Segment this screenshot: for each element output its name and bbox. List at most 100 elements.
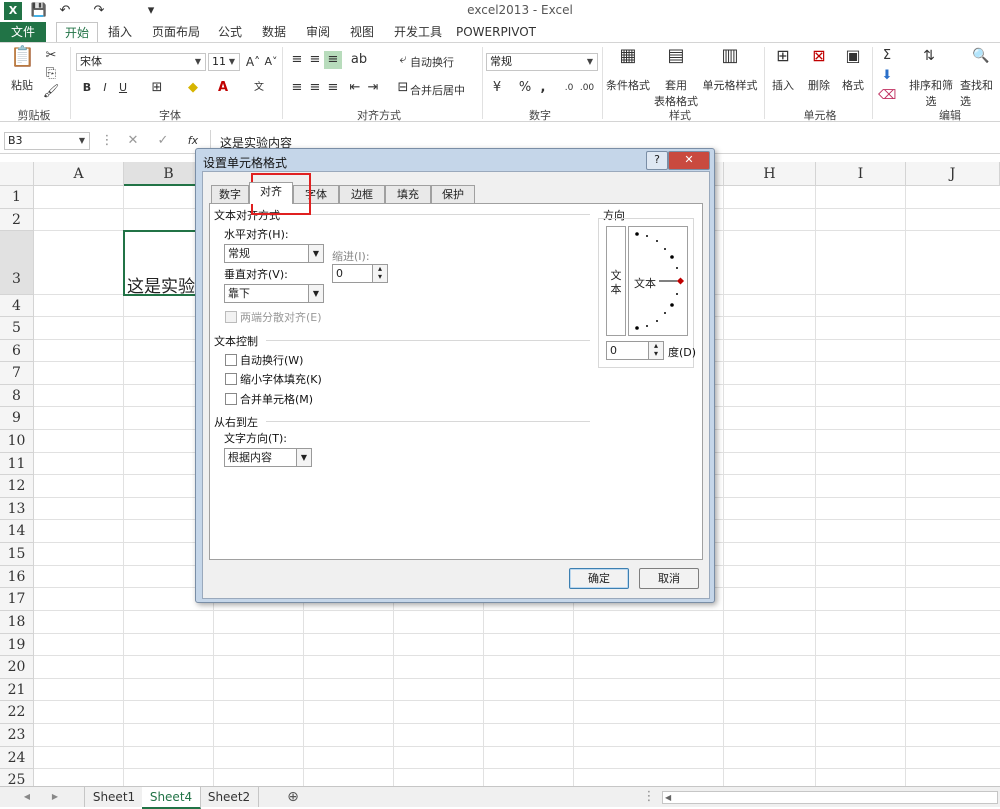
distributed-checkbox[interactable] — [225, 311, 237, 323]
wrap-text-checkbox[interactable] — [225, 354, 237, 366]
clear-icon[interactable]: ⌫ — [878, 87, 896, 105]
redo-icon[interactable]: ↷ — [90, 2, 108, 20]
row-header[interactable]: 24 — [0, 747, 34, 769]
merge-cells-checkbox[interactable] — [225, 393, 237, 405]
text-direction-select[interactable]: 根据内容 ▼ — [224, 448, 312, 467]
sheet-next-icon[interactable]: ▶ — [46, 788, 64, 806]
find-select-icon[interactable]: 🔍 — [970, 47, 992, 73]
grow-font-icon[interactable]: A˄ — [244, 53, 262, 71]
format-cells-icon[interactable]: ▣ — [842, 47, 864, 73]
tab-view[interactable]: 视图 — [344, 22, 380, 42]
increase-decimal-icon[interactable]: .0 — [560, 79, 578, 97]
paste-icon[interactable]: 📋 — [10, 46, 35, 75]
align-bottom-icon[interactable]: ≡ — [324, 51, 342, 69]
conditional-format-icon[interactable]: ▦ — [616, 47, 640, 73]
close-button[interactable]: ✕ — [668, 151, 710, 170]
row-header[interactable]: 15 — [0, 543, 34, 566]
row-header[interactable]: 12 — [0, 475, 34, 498]
horizontal-select[interactable]: 常规 ▼ — [224, 244, 324, 263]
currency-icon[interactable]: ¥ — [488, 79, 506, 97]
help-button[interactable]: ? — [646, 151, 668, 170]
merge-center-button[interactable]: 合并后居中 — [410, 82, 466, 98]
tab-alignment[interactable]: 对齐 — [249, 182, 293, 204]
wrap-text-button[interactable]: 自动换行 — [410, 54, 460, 70]
shrink-to-fit-checkbox[interactable] — [225, 373, 237, 385]
align-left-icon[interactable]: ≡ — [288, 79, 306, 97]
orientation-icon[interactable]: ab — [350, 51, 368, 69]
fill-color-icon[interactable]: ◆ — [184, 79, 202, 97]
tab-powerpivot[interactable]: POWERPIVOT — [456, 22, 536, 42]
tab-protection[interactable]: 保护 — [431, 185, 475, 203]
add-sheet-icon[interactable]: ⊕ — [284, 788, 302, 806]
row-header[interactable]: 18 — [0, 611, 34, 634]
spinner-arrows-icon[interactable]: ▴ ▾ — [648, 342, 663, 359]
comma-button[interactable]: , — [534, 79, 552, 97]
tab-number[interactable]: 数字 — [211, 185, 249, 203]
row-header[interactable]: 5 — [0, 317, 34, 340]
bold-button[interactable]: B — [78, 79, 96, 97]
tab-home[interactable]: 开始 — [56, 22, 98, 43]
row-header[interactable]: 14 — [0, 520, 34, 543]
column-header[interactable]: J — [906, 162, 1000, 186]
select-all-corner[interactable] — [0, 162, 34, 186]
sheet-tab-sheet2[interactable]: Sheet2 — [200, 787, 259, 807]
format-cells-button[interactable]: 格式 — [836, 77, 870, 93]
phonetic-icon[interactable]: 文 — [250, 79, 268, 97]
sheet-tab-sheet1[interactable]: Sheet1 — [84, 787, 144, 807]
conditional-format-button[interactable]: 条件格式 — [604, 77, 652, 93]
row-header[interactable]: 9 — [0, 407, 34, 430]
row-header[interactable]: 10 — [0, 430, 34, 453]
row-header[interactable]: 4 — [0, 295, 34, 317]
align-center-icon[interactable]: ≡ — [306, 79, 324, 97]
horizontal-scrollbar[interactable]: ◀ — [662, 791, 998, 804]
split-handle-icon[interactable]: ⋮ — [640, 788, 658, 806]
insert-cells-button[interactable]: 插入 — [766, 77, 800, 93]
rotation-dial[interactable]: 文本 — [628, 226, 688, 336]
row-header[interactable]: 22 — [0, 701, 34, 724]
row-header[interactable]: 7 — [0, 362, 34, 385]
sheet-tab-sheet4[interactable]: Sheet4 — [142, 787, 201, 809]
ok-button[interactable]: 确定 — [569, 568, 629, 589]
tab-insert[interactable]: 插入 — [102, 22, 138, 42]
tab-review[interactable]: 审阅 — [300, 22, 336, 42]
font-name-select[interactable]: 宋体 ▼ — [76, 53, 206, 71]
cut-icon[interactable]: ✂ — [42, 47, 60, 65]
degrees-spinner[interactable]: 0 ▴ ▾ — [606, 341, 664, 360]
delete-cells-icon[interactable]: ⊠ — [808, 47, 830, 73]
number-format-select[interactable]: 常规 ▼ — [486, 53, 598, 71]
cancel-icon[interactable]: ✕ — [124, 132, 142, 150]
underline-button[interactable]: U — [114, 79, 132, 97]
cancel-button[interactable]: 取消 — [639, 568, 699, 589]
format-as-table-button[interactable]: 套用 表格格式 — [654, 77, 698, 109]
row-header[interactable]: 6 — [0, 340, 34, 362]
increase-indent-icon[interactable]: ⇥ — [364, 79, 382, 97]
vertical-text-box[interactable]: 文本 — [606, 226, 626, 336]
row-header[interactable]: 21 — [0, 679, 34, 701]
row-header[interactable]: 3 — [0, 231, 34, 295]
row-header[interactable]: 13 — [0, 498, 34, 520]
borders-icon[interactable]: ⊞ — [148, 79, 166, 97]
row-header[interactable]: 19 — [0, 634, 34, 656]
italic-button[interactable]: I — [96, 79, 114, 97]
row-header[interactable]: 2 — [0, 209, 34, 231]
align-right-icon[interactable]: ≡ — [324, 79, 342, 97]
shrink-font-icon[interactable]: A˅ — [262, 53, 280, 71]
cell-styles-button[interactable]: 单元格样式 — [700, 77, 760, 93]
sort-filter-button[interactable]: 排序和筛选 — [904, 77, 958, 109]
tab-formulas[interactable]: 公式 — [212, 22, 248, 42]
spinner-arrows-icon[interactable]: ▴ ▾ — [372, 265, 387, 282]
enter-icon[interactable]: ✓ — [154, 132, 172, 150]
delete-cells-button[interactable]: 删除 — [802, 77, 836, 93]
scroll-left-icon[interactable]: ◀ — [665, 792, 671, 803]
copy-icon[interactable]: ⎘ — [42, 65, 60, 83]
column-header[interactable]: I — [816, 162, 906, 186]
vertical-select[interactable]: 靠下 ▼ — [224, 284, 324, 303]
font-color-icon[interactable]: A — [214, 79, 232, 97]
undo-icon[interactable]: ↶ — [56, 2, 74, 20]
row-header[interactable]: 16 — [0, 566, 34, 588]
format-painter-icon[interactable]: 🖌 — [42, 83, 60, 101]
align-middle-icon[interactable]: ≡ — [306, 51, 324, 69]
tab-file[interactable]: 文件 — [0, 22, 46, 42]
autosum-icon[interactable]: Σ — [878, 47, 896, 65]
row-header[interactable]: 20 — [0, 656, 34, 679]
